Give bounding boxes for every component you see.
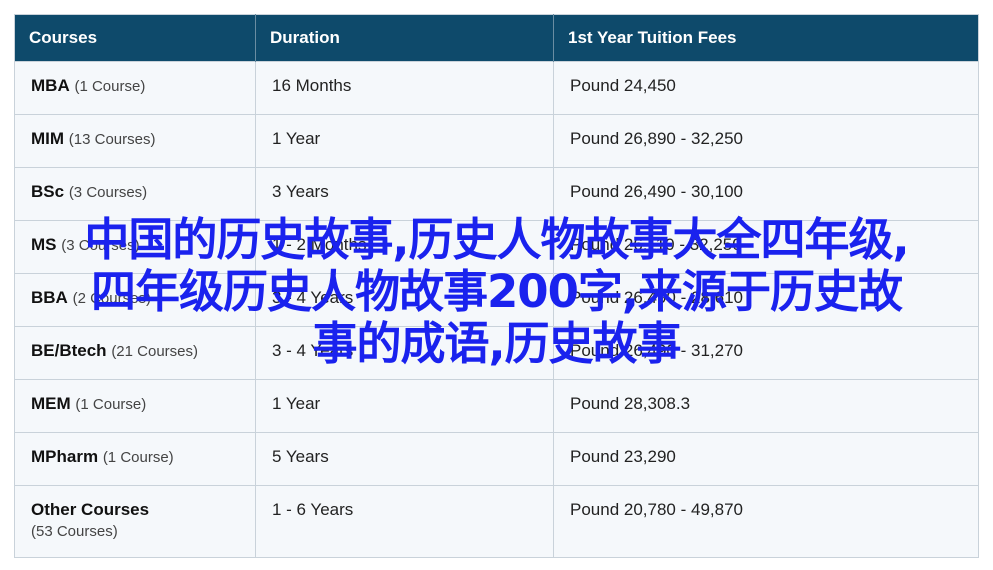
fees-cell: Pound 26,490 - 30,100 (553, 167, 979, 221)
table-header-row: Courses Duration 1st Year Tuition Fees (14, 14, 979, 62)
course-name[interactable]: Other Courses (31, 500, 149, 519)
course-name[interactable]: MS (31, 235, 57, 254)
course-cell: MPharm (1 Course) (14, 432, 256, 486)
duration-cell: 3 - 4 Years (255, 273, 554, 327)
fees-cell: Pound 26,490 - 28,610 (553, 273, 979, 327)
course-name[interactable]: MEM (31, 394, 71, 413)
course-cell: Other Courses (53 Courses) (14, 485, 256, 558)
duration-cell: 3 - 4 Years (255, 326, 554, 380)
table-row: MBA (1 Course) 16 Months Pound 24,450 (14, 61, 979, 115)
course-name[interactable]: BSc (31, 182, 64, 201)
fees-cell: Pound 28,308.3 (553, 379, 979, 433)
course-count: (1 Course) (74, 78, 146, 95)
courses-table: Courses Duration 1st Year Tuition Fees M… (14, 14, 979, 558)
course-name[interactable]: MPharm (31, 447, 98, 466)
table-row: BBA (2 Courses) 3 - 4 Years Pound 26,490… (14, 273, 979, 327)
fees-cell: Pound 26,110 - 32,250 (553, 220, 979, 274)
course-count: (1 Course) (75, 396, 147, 413)
header-fees: 1st Year Tuition Fees (553, 14, 979, 62)
header-duration: Duration (255, 14, 554, 62)
duration-cell: 5 Years (255, 432, 554, 486)
course-name[interactable]: BBA (31, 288, 68, 307)
course-name[interactable]: BE/Btech (31, 341, 107, 360)
course-count: (2 Courses) (72, 290, 151, 307)
table-row: BE/Btech (21 Courses) 3 - 4 Years Pound … (14, 326, 979, 380)
courses-table-container: Courses Duration 1st Year Tuition Fees M… (14, 14, 979, 558)
duration-cell: 1 - 2 Months (255, 220, 554, 274)
table-row: MS (3 Courses) 1 - 2 Months Pound 26,110… (14, 220, 979, 274)
course-name[interactable]: MIM (31, 129, 64, 148)
course-count: (1 Course) (102, 449, 174, 466)
course-name[interactable]: MBA (31, 76, 70, 95)
course-count: (13 Courses) (68, 131, 156, 148)
table-row: MEM (1 Course) 1 Year Pound 28,308.3 (14, 379, 979, 433)
table-row: Other Courses (53 Courses) 1 - 6 Years Po… (14, 485, 979, 558)
course-count: (3 Courses) (68, 184, 148, 201)
course-cell: BBA (2 Courses) (14, 273, 256, 327)
fees-cell: Pound 23,290 (553, 432, 979, 486)
course-count: (53 Courses) (31, 523, 118, 540)
table-row: MIM (13 Courses) 1 Year Pound 26,890 - 3… (14, 114, 979, 168)
course-count: (21 Courses) (111, 343, 199, 360)
course-cell: BE/Btech (21 Courses) (14, 326, 256, 380)
course-cell: MEM (1 Course) (14, 379, 256, 433)
table-row: BSc (3 Courses) 3 Years Pound 26,490 - 3… (14, 167, 979, 221)
fees-cell: Pound 20,780 - 49,870 (553, 485, 979, 558)
duration-cell: 1 Year (255, 114, 554, 168)
fees-cell: Pound 24,450 (553, 61, 979, 115)
duration-cell: 1 Year (255, 379, 554, 433)
course-count: (3 Courses) (61, 237, 140, 254)
table-row: MPharm (1 Course) 5 Years Pound 23,290 (14, 432, 979, 486)
fees-cell: Pound 26,890 - 32,250 (553, 114, 979, 168)
duration-cell: 16 Months (255, 61, 554, 115)
course-cell: BSc (3 Courses) (14, 167, 256, 221)
duration-cell: 1 - 6 Years (255, 485, 554, 558)
fees-cell: Pound 26,490 - 31,270 (553, 326, 979, 380)
course-cell: MS (3 Courses) (14, 220, 256, 274)
header-courses: Courses (14, 14, 256, 62)
course-cell: MBA (1 Course) (14, 61, 256, 115)
duration-cell: 3 Years (255, 167, 554, 221)
course-cell: MIM (13 Courses) (14, 114, 256, 168)
